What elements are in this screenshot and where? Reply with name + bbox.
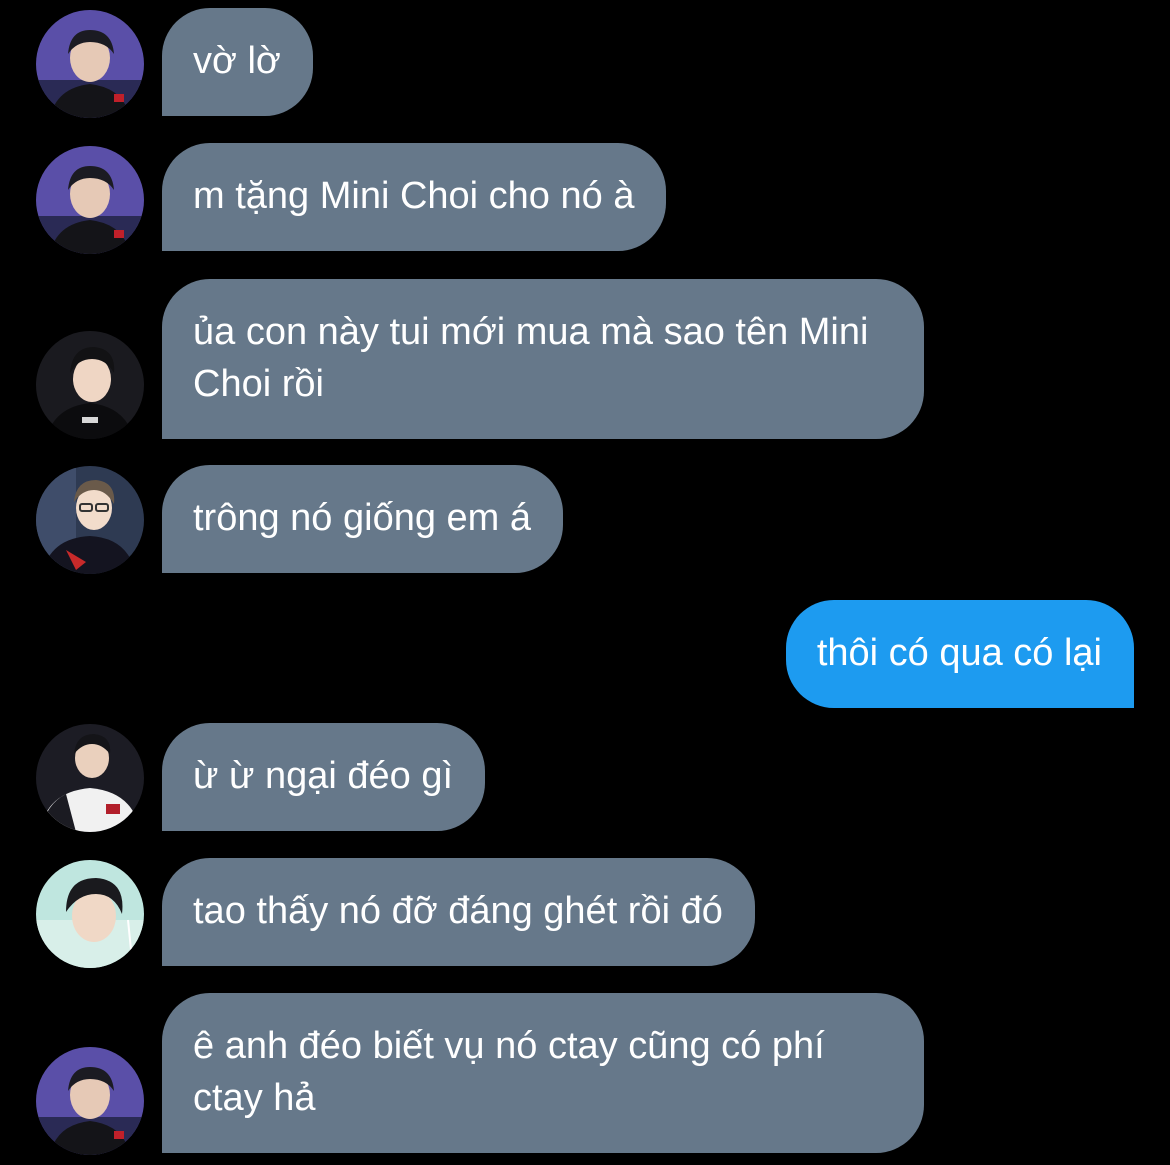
message-bubble[interactable]: m tặng Mini Choi cho nó à <box>162 143 667 251</box>
avatar[interactable] <box>36 466 144 574</box>
avatar[interactable] <box>36 146 144 254</box>
avatar-player-jacket-icon <box>36 724 144 832</box>
message-bubble[interactable]: ủa con này tui mới mua mà sao tên Mini C… <box>162 279 924 439</box>
avatar-player-dark-icon <box>36 331 144 439</box>
message-text: thôi có qua có lại <box>816 632 1102 674</box>
message-text: tao thấy nó đỡ đáng ghét rồi đó <box>193 890 723 932</box>
message-text: ừ ừ ngại đéo gì <box>193 755 454 797</box>
avatar-player-purple-icon <box>36 10 144 118</box>
message-bubble[interactable]: vờ lờ <box>162 8 313 116</box>
avatar[interactable] <box>36 860 144 968</box>
message-text: m tặng Mini Choi cho nó à <box>193 175 635 217</box>
message-bubble[interactable]: ê anh đéo biết vụ nó ctay cũng có phí ct… <box>162 993 924 1153</box>
message-bubble[interactable]: tao thấy nó đỡ đáng ghét rồi đó <box>162 858 755 966</box>
message-text: ủa con này tui mới mua mà sao tên Mini C… <box>193 311 869 405</box>
message-text: trông nó giống em á <box>193 497 532 539</box>
avatar-player-purple-icon <box>36 1047 144 1155</box>
message-text: ê anh đéo biết vụ nó ctay cũng có phí ct… <box>193 1025 825 1119</box>
message-text: vờ lờ <box>193 40 281 82</box>
message-bubble[interactable]: trông nó giống em á <box>162 465 564 573</box>
avatar-player-light-icon <box>36 860 144 968</box>
avatar[interactable] <box>36 10 144 118</box>
chat-thread: vờ lờ m tặng Mini Choi cho nó à ủa con n… <box>0 0 1170 1165</box>
avatar[interactable] <box>36 1047 144 1155</box>
message-bubble[interactable]: ừ ừ ngại đéo gì <box>162 723 486 831</box>
avatar[interactable] <box>36 331 144 439</box>
avatar-player-glasses-icon <box>36 466 144 574</box>
message-bubble-outgoing[interactable]: thôi có qua có lại <box>785 600 1134 708</box>
avatar-player-purple-icon <box>36 146 144 254</box>
avatar[interactable] <box>36 724 144 832</box>
